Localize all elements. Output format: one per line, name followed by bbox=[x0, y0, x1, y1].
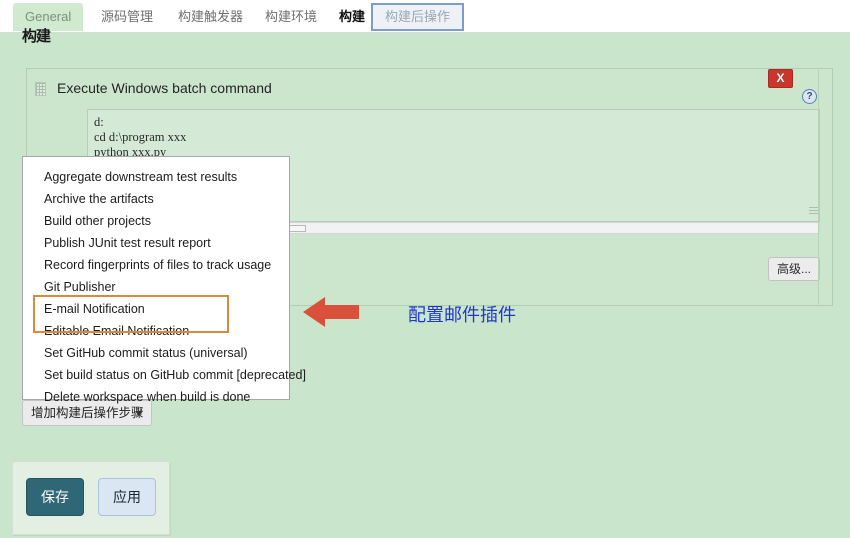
menu-item-set-github-commit-status[interactable]: Set GitHub commit status (universal) bbox=[23, 342, 289, 364]
save-button[interactable]: 保存 bbox=[26, 478, 84, 516]
menu-item-git-publisher[interactable]: Git Publisher bbox=[23, 276, 289, 298]
save-action-bar: 保存 应用 bbox=[12, 461, 170, 535]
tab-build-triggers[interactable]: 构建触发器 bbox=[166, 3, 255, 31]
build-step-title: Execute Windows batch command bbox=[57, 80, 272, 96]
menu-item-record-fingerprints[interactable]: Record fingerprints of files to track us… bbox=[23, 254, 289, 276]
page-section-heading: 构建 bbox=[22, 28, 51, 45]
annotation-label: 配置邮件插件 bbox=[408, 305, 516, 325]
advanced-button[interactable]: 高级... bbox=[768, 257, 820, 281]
menu-item-delete-workspace[interactable]: Delete workspace when build is done bbox=[23, 386, 289, 408]
menu-item-publish-junit[interactable]: Publish JUnit test result report bbox=[23, 232, 289, 254]
jenkins-job-config-page: General 源码管理 构建触发器 构建环境 构建 构建后操作 构建 Exec… bbox=[0, 0, 850, 538]
grid-handle-icon[interactable] bbox=[35, 82, 46, 96]
apply-button[interactable]: 应用 bbox=[98, 478, 156, 516]
tab-post-build-actions[interactable]: 构建后操作 bbox=[371, 3, 465, 31]
post-build-menu-list: Aggregate downstream test results Archiv… bbox=[23, 166, 306, 408]
menu-item-build-other-projects[interactable]: Build other projects bbox=[23, 210, 289, 232]
chevron-down-icon bbox=[135, 411, 143, 416]
left-arrow-icon bbox=[303, 297, 359, 327]
menu-item-editable-email-notification[interactable]: Editable Email Notification bbox=[23, 320, 289, 342]
menu-item-set-build-status-github[interactable]: Set build status on GitHub commit [depre… bbox=[23, 364, 306, 386]
tab-build-environment[interactable]: 构建环境 bbox=[253, 3, 329, 31]
resize-grip-icon[interactable] bbox=[809, 207, 818, 216]
menu-item-archive-artifacts[interactable]: Archive the artifacts bbox=[23, 188, 289, 210]
help-question-icon[interactable]: ? bbox=[802, 89, 817, 104]
add-post-build-step-label: 增加构建后操作步骤 bbox=[31, 406, 144, 420]
delete-step-button[interactable]: X bbox=[768, 69, 793, 88]
tab-build[interactable]: 构建 bbox=[327, 3, 378, 31]
panel-edge-divider bbox=[818, 68, 819, 306]
post-build-actions-menu[interactable]: Aggregate downstream test results Archiv… bbox=[22, 156, 306, 404]
tab-source-management[interactable]: 源码管理 bbox=[89, 3, 165, 31]
config-tab-bar: General 源码管理 构建触发器 构建环境 构建 构建后操作 bbox=[0, 0, 850, 33]
menu-item-aggregate-downstream[interactable]: Aggregate downstream test results bbox=[23, 166, 289, 188]
menu-item-email-notification[interactable]: E-mail Notification bbox=[23, 298, 289, 320]
